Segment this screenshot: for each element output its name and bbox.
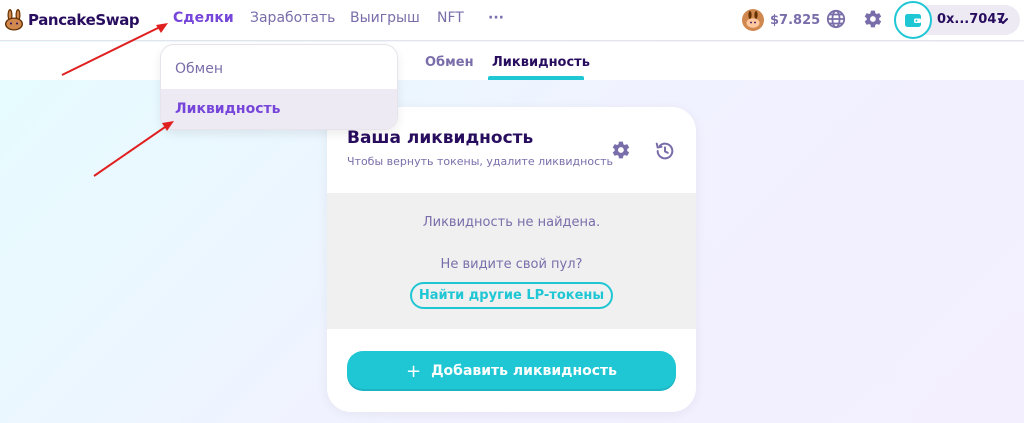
card-subtitle: Чтобы вернуть токены, удалите ликвидност… xyxy=(347,155,614,168)
no-liquidity-text: Ликвидность не найдена. xyxy=(422,215,601,230)
add-liquidity-label: Добавить ликвидность xyxy=(431,363,617,379)
liquidity-card: Ваша ликвидность Чтобы вернуть токены, у… xyxy=(327,107,696,412)
top-navbar: PancakeSwap Сделки Заработать Выигрыш NF… xyxy=(0,0,1024,41)
active-tab-indicator xyxy=(488,76,584,80)
cake-price-value: $7.825 xyxy=(770,12,821,28)
wallet-avatar xyxy=(894,1,932,39)
nav-item-trade[interactable]: Сделки xyxy=(173,10,234,26)
plus-icon: + xyxy=(405,360,422,382)
card-title: Ваша ликвидность xyxy=(347,128,534,148)
cake-price[interactable]: $7.825 xyxy=(742,9,820,31)
find-lp-tokens-button[interactable]: Найти другие LP-токены xyxy=(410,282,613,309)
brand-name: PancakeSwap xyxy=(28,11,140,29)
nav-item-win[interactable]: Выигрыш xyxy=(350,10,420,26)
nav-item-nft[interactable]: NFT xyxy=(437,10,464,26)
globe-icon[interactable] xyxy=(826,9,846,29)
dropdown-item-swap[interactable]: Обмен xyxy=(161,49,397,89)
subtab-liquidity[interactable]: Ликвидность xyxy=(492,55,590,70)
sub-navbar: Обмен Ликвидность xyxy=(0,42,1024,80)
bunny-logo-icon xyxy=(5,9,23,31)
liquidity-list-area: Ликвидность не найдена. Не видите свой п… xyxy=(327,193,696,329)
pancakeswap-logo[interactable]: PancakeSwap xyxy=(4,9,140,31)
subtab-swap[interactable]: Обмен xyxy=(425,55,474,70)
annotation-arrow-to-liquidity xyxy=(93,121,174,177)
no-pool-text: Не видите свой пул? xyxy=(440,257,583,272)
history-icon[interactable] xyxy=(654,140,676,162)
wallet-button[interactable]: 0x...7047 xyxy=(894,1,1020,39)
trade-dropdown-menu: Обмен Ликвидность xyxy=(160,44,398,130)
cake-token-icon xyxy=(742,9,764,31)
add-liquidity-button[interactable]: + Добавить ликвидность xyxy=(347,351,676,391)
chevron-down-icon xyxy=(998,18,1008,24)
settings-gear-icon[interactable] xyxy=(611,140,631,160)
wallet-icon xyxy=(905,14,921,27)
settings-gear-icon[interactable] xyxy=(863,9,883,29)
nav-item-earn[interactable]: Заработать xyxy=(250,10,335,26)
nav-item-more[interactable]: ··· xyxy=(488,10,504,26)
dropdown-item-liquidity[interactable]: Ликвидность xyxy=(161,89,397,129)
